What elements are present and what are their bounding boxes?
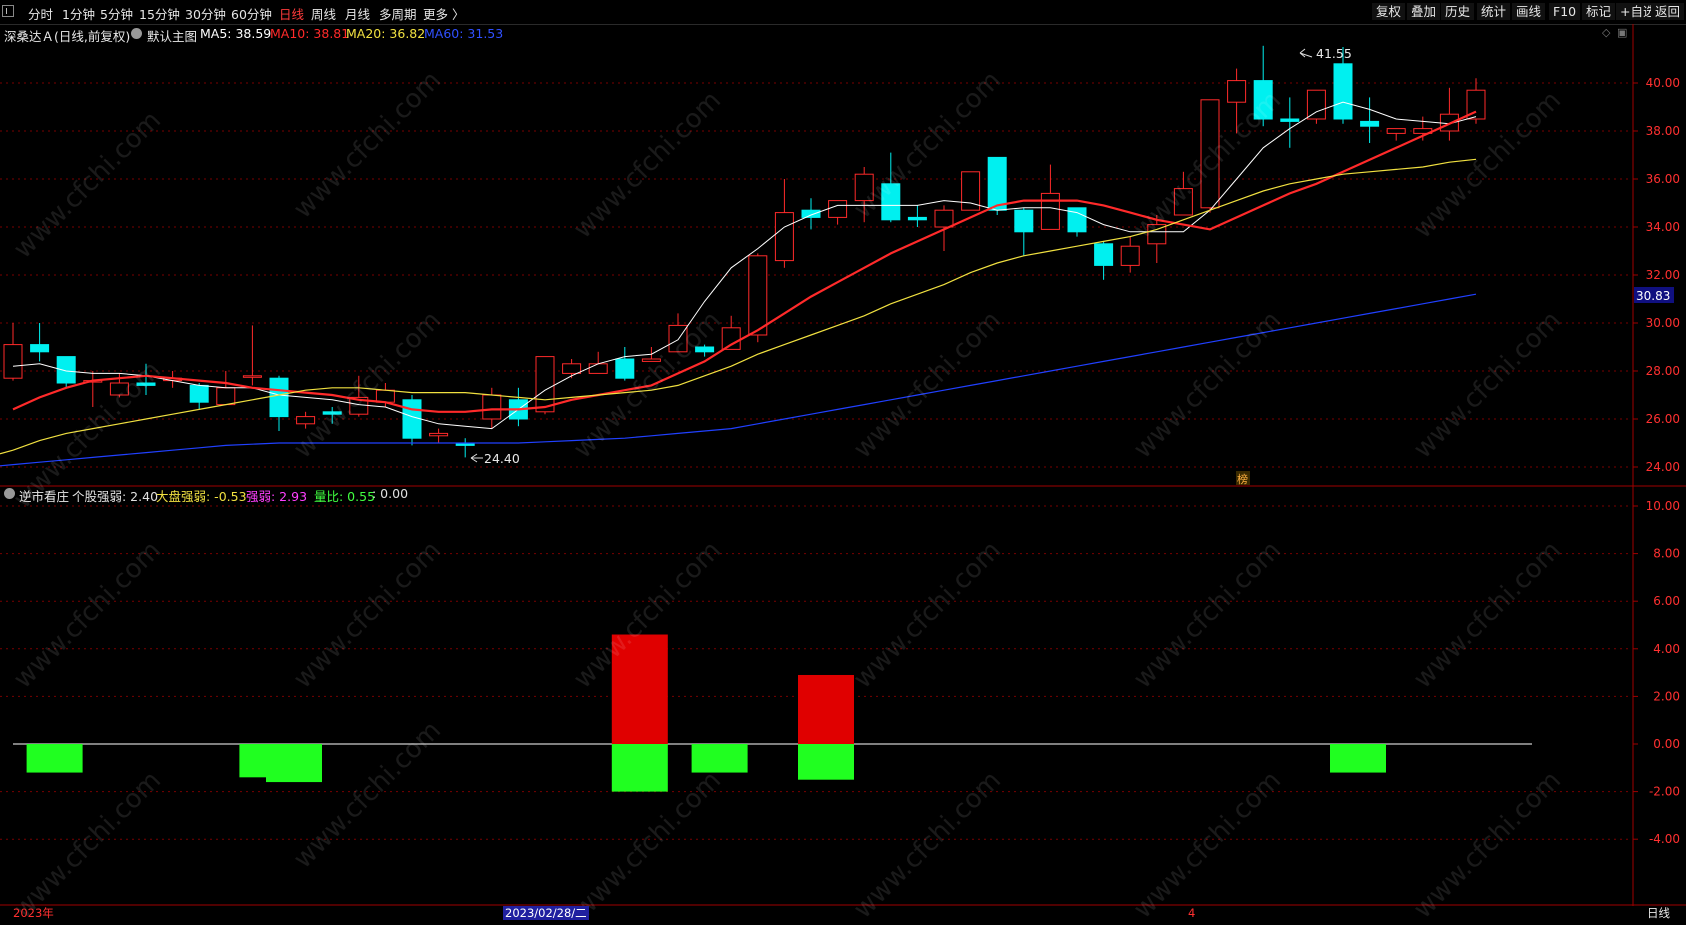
candle-down (189, 384, 209, 403)
indicator-tick-label: 2.00 (1653, 689, 1680, 703)
candle-up (854, 173, 874, 202)
candle-up (1306, 89, 1326, 120)
price-grid (0, 82, 1632, 468)
candle-up (1120, 245, 1140, 266)
candle-up (1386, 128, 1406, 134)
indicator-bars-layer (13, 634, 1532, 792)
indicator-bar-red (798, 674, 854, 744)
candle-down (1333, 63, 1353, 120)
price-tick-label: 34.00 (1646, 220, 1680, 234)
candle-up (216, 387, 236, 406)
indicator-tick-label: 8.00 (1653, 547, 1680, 561)
price-axis: 40.00 38.00 36.00 34.00 32.00 30.00 28.00 26.00… (1633, 76, 1680, 474)
candle-up (1173, 188, 1193, 216)
indicator-bar-green (26, 744, 83, 773)
price-tick-label: 38.00 (1646, 124, 1680, 138)
high-price-label: 41.55 (1316, 46, 1352, 61)
candle-down (615, 358, 635, 379)
indicator-tick-label: -2.00 (1649, 785, 1680, 799)
candle-down (801, 209, 821, 218)
candle-up (375, 389, 395, 403)
indicator-tick-label: 0.00 (1653, 737, 1680, 751)
low-price-label: 24.40 (484, 451, 520, 466)
candles-layer (3, 45, 1486, 458)
candle-up (242, 375, 262, 378)
indicator-bar-green (611, 744, 668, 792)
ma60-line (12, 293, 1477, 466)
candle-down (881, 183, 901, 221)
candle-up (828, 200, 848, 218)
candle-up (748, 255, 768, 336)
indicator-axis: 10.00 8.00 6.00 4.00 2.00 0.00 -2.00 -4.00 (1633, 499, 1680, 846)
price-tick-label: 32.00 (1646, 268, 1680, 282)
candle-down (136, 382, 156, 386)
price-tick-label: 24.00 (1646, 460, 1680, 474)
candle-up (721, 327, 741, 350)
candle-up (562, 363, 582, 374)
indicator-tick-label: 10.00 (1646, 499, 1680, 513)
high-annotation: 41.55 (1299, 46, 1352, 61)
candle-up (429, 432, 449, 437)
indicator-tick-label: -4.00 (1649, 832, 1680, 846)
period-label[interactable]: 日线 (1647, 906, 1670, 920)
indicator-bar-green (691, 744, 748, 773)
ma20-line (12, 158, 1477, 451)
candle-down (1280, 118, 1300, 122)
candle-down (30, 344, 50, 353)
candle-up (109, 382, 129, 396)
indicator-bar-green (1330, 744, 1386, 773)
indicator-tick-label: 6.00 (1653, 594, 1680, 608)
low-annotation: 24.40 (470, 451, 520, 466)
candle-up (482, 394, 502, 420)
candle-up (1200, 99, 1220, 209)
kline-chart[interactable]: 40.00 38.00 36.00 34.00 32.00 30.00 28.00 26.00… (0, 0, 1686, 906)
indicator-grid (0, 505, 1632, 840)
candle-down (695, 346, 715, 353)
price-tick-label: 26.00 (1646, 412, 1680, 426)
candle-up (1040, 192, 1060, 230)
candle-up (641, 358, 661, 362)
candle-down (269, 377, 289, 418)
rank-badge-label: 榜 (1237, 472, 1248, 486)
candle-down (322, 411, 342, 415)
candle-up (668, 324, 688, 353)
indicator-tick-label: 4.00 (1653, 642, 1680, 656)
indicator-bar-red (611, 634, 668, 744)
date-label-year: 2023年 (13, 906, 54, 920)
candle-down (1014, 209, 1034, 233)
candle-up (774, 212, 794, 262)
candle-up (588, 363, 608, 374)
ma5-line (12, 101, 1477, 430)
price-panel (0, 44, 1632, 486)
candle-down (402, 399, 422, 439)
indicator-bar-green (798, 744, 854, 780)
price-tick-label: 40.00 (1646, 76, 1680, 90)
candle-down (1360, 120, 1380, 127)
current-price-tag: 30.83 (1634, 287, 1674, 303)
price-tick-label: 28.00 (1646, 364, 1680, 378)
candle-up (934, 209, 954, 228)
ma-lines-layer (0, 101, 1477, 467)
ma20-line-lead (0, 449, 14, 455)
price-tick-label: 36.00 (1646, 172, 1680, 186)
date-label-cursor: 2023/02/28/二 (503, 906, 589, 920)
candle-down (1094, 243, 1114, 266)
candle-down (987, 156, 1007, 211)
candle-down (1253, 80, 1273, 120)
indicator-bar-green (266, 744, 322, 783)
candle-up (535, 356, 555, 413)
candle-down (907, 216, 927, 221)
candle-up (296, 416, 316, 425)
ma60-line-lead (0, 464, 14, 467)
current-price-label: 30.83 (1636, 289, 1670, 303)
date-label-month: 4 (1188, 906, 1196, 920)
candle-up (1227, 80, 1247, 103)
ma10-line (12, 110, 1477, 413)
date-axis-bar: 2023年 2023/02/28/二 4 日线 (0, 906, 1686, 920)
candle-up (3, 344, 23, 379)
price-tick-label: 30.00 (1646, 316, 1680, 330)
rank-badge[interactable]: 榜 (1236, 471, 1250, 486)
